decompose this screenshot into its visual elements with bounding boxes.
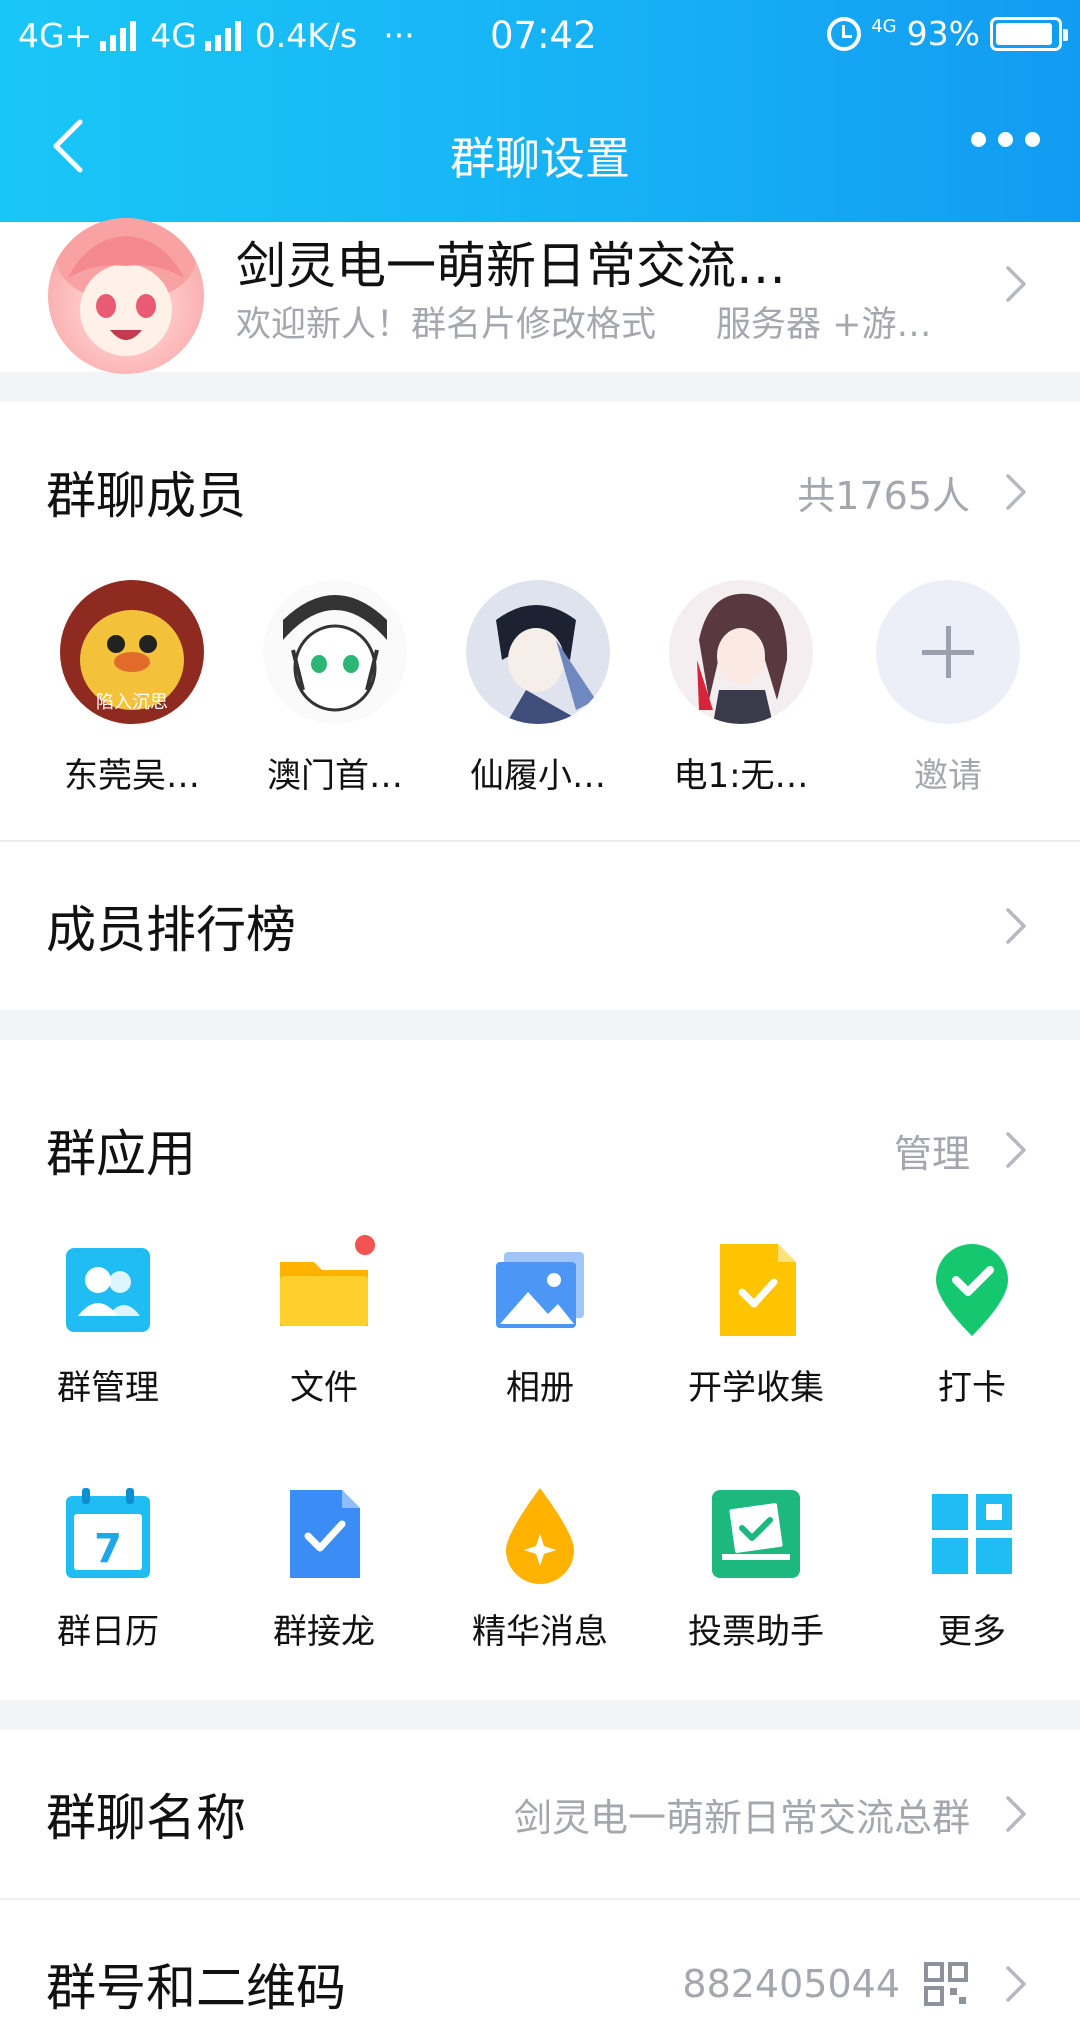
qr-code-icon: [924, 1962, 968, 2006]
network-label-2: 4G: [150, 16, 197, 55]
notification-dot: [352, 1232, 378, 1258]
group-name-row[interactable]: 群聊名称 剑灵电一萌新日常交流总群: [0, 1730, 1080, 1898]
app-album[interactable]: 相册: [450, 1240, 630, 1409]
chevron-right-icon: [1004, 264, 1028, 304]
group-id-row[interactable]: 群号和二维码 882405044: [0, 1900, 1080, 2034]
relay-icon: [274, 1484, 374, 1584]
network-label-1: 4G+: [18, 16, 93, 55]
chevron-right-icon: [1004, 906, 1028, 946]
avatar-caption: 陷入沉思: [96, 692, 168, 713]
app-label: 群管理: [57, 1368, 159, 1408]
alarm-icon: [827, 16, 862, 51]
group-desc-part1: 欢迎新人！群名片修改格式: [236, 305, 657, 345]
apps-title: 群应用: [46, 1125, 196, 1183]
ranking-row[interactable]: 成员排行榜: [0, 842, 1080, 1010]
app-label: 打卡: [938, 1368, 1006, 1408]
app-files[interactable]: 文件: [234, 1232, 414, 1409]
app-label: 群日历: [57, 1612, 159, 1652]
group-description: 欢迎新人！群名片修改格式 服务器 +游…: [236, 296, 931, 347]
member-count: 共1765人: [797, 473, 970, 518]
app-label: 更多: [938, 1612, 1006, 1652]
chevron-right-icon: [1004, 1964, 1028, 2004]
avatar: [466, 580, 610, 724]
checkin-icon: [922, 1240, 1022, 1340]
group-name-title: 群聊名称: [46, 1789, 246, 1847]
calendar-icon: 7: [58, 1484, 158, 1584]
members-section: 群聊成员 共1765人 陷入沉思 东莞吴… 澳门首… 仙履小… 电1:无… 邀请: [0, 402, 1080, 840]
app-essence[interactable]: 精华消息: [450, 1484, 630, 1653]
group-id-section: 群号和二维码 882405044: [0, 1900, 1080, 2034]
signal-icon: [204, 20, 241, 51]
app-label: 群接龙: [273, 1612, 375, 1652]
app-label: 精华消息: [472, 1612, 608, 1652]
svg-text:7: 7: [94, 1526, 122, 1572]
more-button[interactable]: [971, 132, 1040, 147]
clock: 07:42: [490, 14, 597, 57]
group-manage-icon: [58, 1240, 158, 1340]
ranking-title: 成员排行榜: [46, 901, 296, 959]
member-list: 陷入沉思 东莞吴… 澳门首… 仙履小… 电1:无… 邀请: [0, 580, 1080, 796]
group-id-title: 群号和二维码: [46, 1959, 346, 2017]
chevron-right-icon: [1004, 1794, 1028, 1834]
ranking-section: 成员排行榜: [0, 842, 1080, 1010]
member-item[interactable]: 陷入沉思 东莞吴…: [52, 580, 212, 797]
group-desc-part2: 服务器 +游…: [716, 305, 932, 345]
member-name: 电1:无…: [673, 756, 809, 796]
group-id-value: 882405044: [682, 1962, 900, 2006]
app-label: 开学收集: [688, 1368, 824, 1408]
network-speed: 0.4K/s: [254, 16, 358, 55]
apps-header-row[interactable]: 群应用 管理: [0, 1100, 1080, 1200]
members-header-row[interactable]: 群聊成员 共1765人: [0, 442, 1080, 542]
status-more: ···: [383, 16, 415, 55]
apps-manage-link[interactable]: 管理: [894, 1123, 970, 1178]
app-vote[interactable]: 投票助手: [666, 1484, 846, 1653]
app-label: 相册: [506, 1368, 574, 1408]
plus-icon: [876, 580, 1020, 724]
group-info-section[interactable]: 剑灵电一萌新日常交流… 欢迎新人！群名片修改格式 服务器 +游…: [0, 218, 1080, 374]
status-left: 4G+ 4G 0.4K/s ···: [18, 16, 415, 55]
group-name-value: 剑灵电一萌新日常交流总群: [513, 1795, 970, 1840]
avatar: 陷入沉思: [60, 580, 204, 724]
album-icon: [490, 1240, 590, 1340]
app-label: 投票助手: [688, 1612, 824, 1652]
invite-label: 邀请: [914, 756, 982, 796]
app-more[interactable]: 更多: [882, 1484, 1062, 1653]
chevron-right-icon: [1004, 472, 1028, 512]
invite-button[interactable]: 邀请: [868, 580, 1028, 797]
member-name: 东莞吴…: [64, 756, 200, 796]
avatar: [263, 580, 407, 724]
vote-icon: [706, 1484, 806, 1584]
app-group-manage[interactable]: 群管理: [18, 1240, 198, 1409]
folder-icon: [274, 1232, 378, 1340]
collect-icon: [706, 1240, 806, 1340]
signal-icon: [100, 20, 137, 51]
more-apps-icon: [922, 1484, 1022, 1584]
essence-icon: [490, 1484, 590, 1584]
page-title: 群聊设置: [449, 132, 630, 185]
member-item[interactable]: 仙履小…: [458, 580, 618, 797]
member-item[interactable]: 电1:无…: [661, 580, 821, 797]
member-item[interactable]: 澳门首…: [255, 580, 415, 797]
app-collect[interactable]: 开学收集: [666, 1240, 846, 1409]
app-calendar[interactable]: 7 群日历: [18, 1484, 198, 1653]
group-name: 剑灵电一萌新日常交流…: [236, 237, 786, 295]
member-name: 仙履小…: [470, 756, 606, 796]
network-small: 4G: [871, 15, 897, 37]
battery-icon: [990, 16, 1068, 51]
app-checkin[interactable]: 打卡: [882, 1240, 1062, 1409]
chevron-right-icon: [1004, 1130, 1028, 1170]
group-name-section: 群聊名称 剑灵电一萌新日常交流总群: [0, 1730, 1080, 1898]
members-title: 群聊成员: [46, 467, 246, 525]
status-right: 4G 93%: [827, 14, 1068, 53]
battery-percent: 93%: [906, 14, 980, 53]
apps-section: 群应用 管理 群管理 文件 相册 开学收集 打卡 7 群日历 群接龙 精华消息 …: [0, 1040, 1080, 1700]
group-avatar: [48, 218, 204, 374]
header: 4G+ 4G 0.4K/s ··· 07:42 4G 93% 群聊设置: [0, 0, 1080, 222]
app-label: 文件: [290, 1368, 358, 1408]
member-name: 澳门首…: [267, 756, 403, 796]
app-relay[interactable]: 群接龙: [234, 1484, 414, 1653]
avatar: [669, 580, 813, 724]
more-dots-icon: [971, 132, 986, 147]
status-bar: 4G+ 4G 0.4K/s ··· 07:42 4G 93%: [0, 0, 1080, 76]
